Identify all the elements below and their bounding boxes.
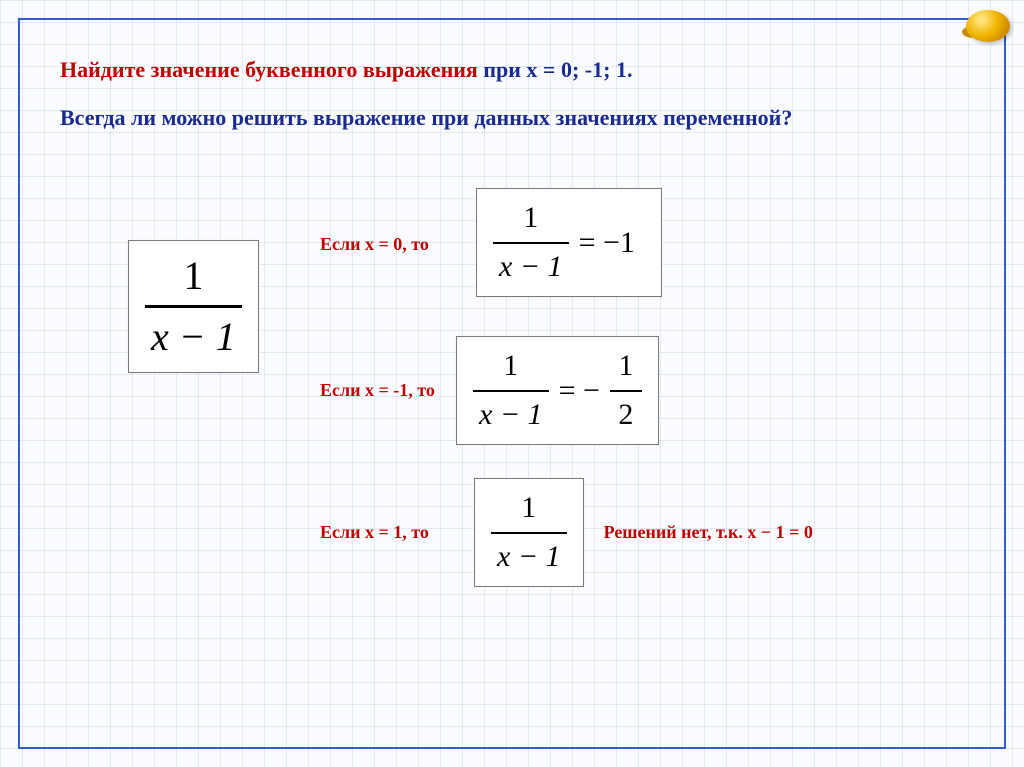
case-note-2: Решений нет, т.к. х − 1 = 0 (604, 522, 813, 543)
fraction-bar (145, 305, 242, 308)
case-result-0: 1 x − 1 = −1 (476, 188, 662, 297)
task-heading: Найдите значение буквенного выражения пр… (60, 46, 964, 94)
main-numerator: 1 (177, 251, 209, 301)
content-area: 1 x − 1 Если х = 0, то 1 x − 1 = −1 Если… (60, 210, 964, 727)
case-eq-1: = − (549, 374, 610, 408)
case-label-0: Если х = 0, то (320, 234, 429, 255)
heading-part1b: при х = 0; -1; 1. (483, 57, 632, 82)
main-denominator: x − 1 (145, 312, 242, 362)
slide-frame: Найдите значение буквенного выражения пр… (18, 18, 1006, 749)
heading-part2: Всегда ли можно решить выражение при дан… (60, 105, 792, 130)
case-result-1: 1 x − 1 = − 1 2 (456, 336, 659, 445)
case-row-0: Если х = 0, то (320, 234, 429, 255)
case-label-1: Если х = -1, то (320, 380, 435, 401)
main-fraction: 1 x − 1 (145, 251, 242, 362)
main-expression-box: 1 x − 1 (128, 240, 259, 373)
case-box-1: 1 x − 1 = − 1 2 (456, 336, 659, 445)
case-row-1: Если х = -1, то (320, 380, 435, 401)
case-box-2: 1 x − 1 (474, 478, 584, 587)
case-eq-0: = −1 (569, 226, 645, 260)
case-result-2: 1 x − 1 Решений нет, т.к. х − 1 = 0 (474, 478, 813, 587)
task-question: Всегда ли можно решить выражение при дан… (60, 94, 964, 142)
case-label-2: Если х = 1, то (320, 522, 429, 543)
heading-part1: Найдите значение буквенного выражения (60, 57, 483, 82)
coin-icon (966, 10, 1010, 42)
case-box-0: 1 x − 1 = −1 (476, 188, 662, 297)
case-row-2: Если х = 1, то (320, 522, 429, 543)
